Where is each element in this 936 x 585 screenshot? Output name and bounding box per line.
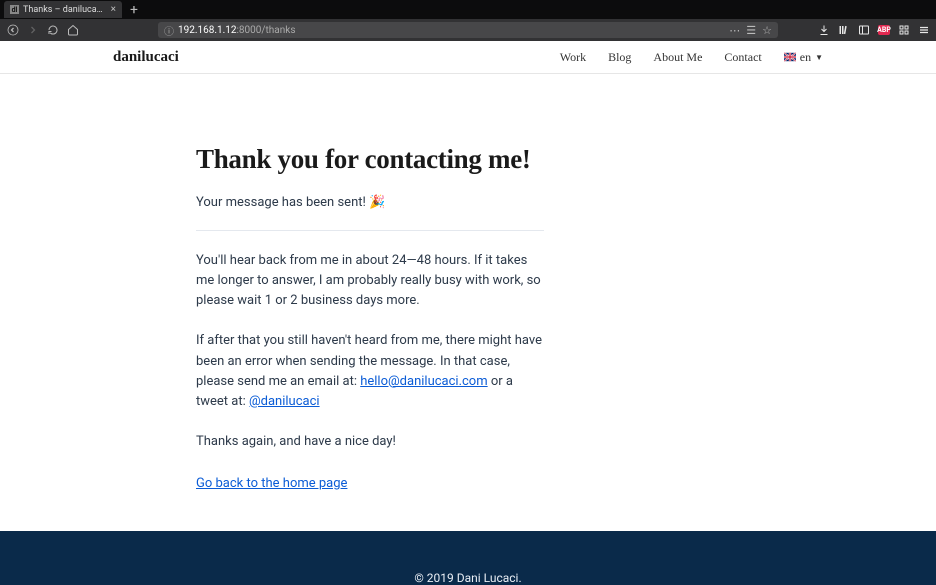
- forward-button[interactable]: [26, 23, 40, 37]
- browser-tab[interactable]: dl Thanks – danilucaci.com | Prod ×: [4, 1, 122, 18]
- browser-tab-bar: dl Thanks – danilucaci.com | Prod × +: [0, 0, 936, 19]
- chevron-down-icon: ▼: [815, 53, 823, 62]
- home-button[interactable]: [66, 23, 80, 37]
- fallback-contact-note: If after that you still haven't heard fr…: [196, 331, 548, 412]
- page-actions-icon[interactable]: ⋯: [729, 24, 740, 37]
- footer-copyright: © 2019 Dani Lucaci.: [0, 571, 936, 585]
- tab-title: Thanks – danilucaci.com | Prod: [23, 5, 107, 15]
- response-time-note: You'll hear back from me in about 24—48 …: [196, 251, 548, 311]
- site-footer: © 2019 Dani Lucaci. Built with Gatsby.js…: [0, 531, 936, 585]
- main-nav: Work Blog About Me Contact en ▼: [560, 50, 823, 65]
- site-logo[interactable]: danilucaci: [113, 49, 179, 66]
- url-host: 192.168.1.12: [178, 25, 237, 36]
- extension-icon[interactable]: [898, 24, 910, 36]
- reload-button[interactable]: [46, 23, 60, 37]
- confirmation-message: Your message has been sent! 🎉: [196, 195, 658, 210]
- library-icon[interactable]: [838, 24, 850, 36]
- flag-uk-icon: [784, 52, 796, 62]
- back-button[interactable]: [6, 23, 20, 37]
- reader-mode-icon[interactable]: ☰: [746, 24, 756, 37]
- site-header: danilucaci Work Blog About Me Contact en…: [103, 41, 833, 73]
- email-link[interactable]: hello@danilucaci.com: [360, 374, 487, 389]
- adblock-icon[interactable]: ABP: [878, 25, 890, 35]
- url-path: /thanks: [261, 25, 295, 36]
- back-home-link[interactable]: Go back to the home page: [196, 476, 347, 491]
- nav-about[interactable]: About Me: [653, 50, 702, 65]
- tab-favicon-icon: dl: [10, 5, 19, 14]
- bookmark-icon[interactable]: ☆: [762, 24, 772, 37]
- twitter-link[interactable]: @danilucaci: [249, 394, 320, 409]
- nav-work[interactable]: Work: [560, 50, 586, 65]
- info-icon[interactable]: ⓘ: [164, 23, 174, 38]
- new-tab-button[interactable]: +: [130, 2, 138, 18]
- sidebar-icon[interactable]: [858, 24, 870, 36]
- downloads-icon[interactable]: [818, 24, 830, 36]
- menu-icon[interactable]: [918, 24, 930, 36]
- url-bar[interactable]: ⓘ 192.168.1.12:8000/thanks ⋯ ☰ ☆: [158, 22, 778, 38]
- language-selector[interactable]: en ▼: [784, 50, 823, 65]
- closing-note: Thanks again, and have a nice day!: [196, 432, 548, 452]
- nav-contact[interactable]: Contact: [724, 50, 761, 65]
- url-port: :8000: [237, 25, 262, 36]
- page-title: Thank you for contacting me!: [196, 144, 658, 175]
- language-label: en: [800, 50, 811, 65]
- main-content: Thank you for contacting me! Your messag…: [148, 74, 788, 531]
- browser-toolbar: ⓘ 192.168.1.12:8000/thanks ⋯ ☰ ☆ ABP: [0, 19, 936, 41]
- divider: [196, 230, 544, 231]
- nav-blog[interactable]: Blog: [608, 50, 631, 65]
- page-viewport: danilucaci Work Blog About Me Contact en…: [0, 41, 936, 585]
- close-tab-icon[interactable]: ×: [111, 4, 116, 15]
